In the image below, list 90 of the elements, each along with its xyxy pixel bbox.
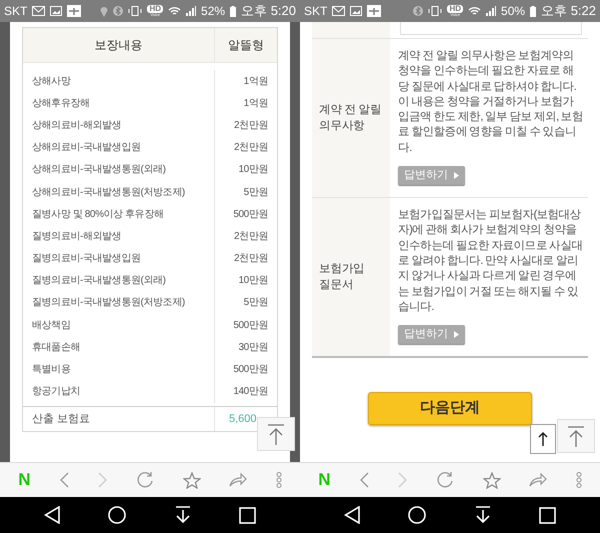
answer-button[interactable]: 답변하기 bbox=[398, 325, 465, 344]
carrier-name: SKT bbox=[4, 3, 28, 20]
triangle-right-icon bbox=[454, 331, 459, 338]
table-cell-text: 1억원 bbox=[242, 74, 269, 89]
scroll-to-top-button[interactable] bbox=[557, 419, 595, 453]
table-cell: 배상책임 bbox=[23, 314, 215, 336]
table-cell-text: 1억원 bbox=[242, 96, 269, 111]
wifi-icon bbox=[168, 6, 182, 16]
clock: 오후 5:22 bbox=[541, 2, 596, 20]
table-cell-text: 5만원 bbox=[242, 186, 269, 200]
table-cell-text: 2천만원 bbox=[233, 118, 269, 133]
column-header: 보장내용 bbox=[23, 28, 215, 62]
triangle-right-icon bbox=[454, 172, 459, 180]
section-description: 보험가입질문서는 피보험자(보험대상자)에 관해 회사가 보험계약의 청약을 인수하는데 필요한 자료이므로 사실대로 알려야 합니다. 만약 사실대로 알리지 않거나 사실과 다르게 알린 경우에는 보험가입이 거절 또는 해지될 수 있습니다. bbox=[398, 208, 584, 315]
table-cell: 질병사망 및 80%이상 후유장해 bbox=[23, 203, 215, 226]
section-description: 계약 전 알릴 의무사항은 보험계약의 청약을 인수하는데 필요한 자료로 해당 질문에 사실대로 답하셔야 합니다. 이 내용은 청약을 거절하거나 보험가입금액 한도 제한, 일부 담보 제외, 보험료 할인할증에 영향을 미칠 수 있습니다. bbox=[398, 49, 584, 156]
back-nav-icon[interactable] bbox=[344, 506, 360, 524]
bluetooth-icon bbox=[413, 6, 424, 16]
more-icon[interactable] bbox=[276, 472, 282, 488]
more-icon[interactable] bbox=[576, 472, 582, 488]
clock: 오후 5:20 bbox=[241, 2, 296, 20]
back-nav-icon[interactable] bbox=[44, 506, 60, 524]
vibrate-icon bbox=[128, 6, 142, 16]
next-step-button[interactable]: 다음단계 bbox=[368, 392, 532, 426]
battery-percent: 50% bbox=[501, 3, 526, 20]
bluetooth-icon bbox=[113, 6, 124, 16]
recents-nav-icon[interactable] bbox=[538, 506, 556, 524]
image-icon bbox=[350, 6, 362, 16]
notification-icon bbox=[67, 5, 82, 17]
share-icon[interactable] bbox=[529, 473, 548, 487]
home-nav-icon[interactable] bbox=[108, 506, 126, 524]
table-cell: 휴대품손해 bbox=[23, 336, 215, 358]
download-nav-icon[interactable] bbox=[474, 506, 491, 524]
recents-nav-icon[interactable] bbox=[238, 506, 256, 524]
column-header: 알뜰형 bbox=[227, 37, 265, 54]
scroll-to-top-button[interactable] bbox=[257, 417, 295, 451]
back-icon[interactable] bbox=[359, 472, 370, 488]
table-cell-text: 140만원 bbox=[232, 385, 269, 400]
table-cell: 상해의료비-해외발생 bbox=[23, 114, 215, 137]
table-cell-text: 500만원 bbox=[232, 318, 269, 333]
table-cell-text: 10만원 bbox=[237, 163, 269, 178]
section-title: 보험가입 질문서 bbox=[319, 262, 366, 294]
star-icon[interactable] bbox=[182, 472, 201, 488]
table-cell-text: 2천만원 bbox=[233, 230, 269, 244]
signal-icon bbox=[186, 6, 196, 16]
hd-badge: HD bbox=[447, 5, 464, 13]
table-cell-text: 2천만원 bbox=[233, 252, 269, 266]
battery-icon bbox=[530, 6, 536, 16]
answer-button[interactable]: 답변하기 bbox=[398, 166, 465, 186]
table-cell-text: 500만원 bbox=[232, 363, 269, 378]
notification-icon bbox=[367, 5, 382, 17]
browser-logo[interactable]: N bbox=[18, 467, 31, 493]
section-title: 계약 전 알릴 의무사항 bbox=[319, 103, 382, 134]
table-cell-text: 2천만원 bbox=[233, 141, 269, 156]
mail-icon bbox=[32, 6, 46, 16]
carrier-name: SKT bbox=[304, 3, 328, 20]
image-icon bbox=[50, 6, 62, 16]
table-cell: 상해의료비-국내발생통원(처방조제) bbox=[23, 180, 215, 204]
table-cell-text: 5만원 bbox=[242, 296, 269, 310]
back-icon[interactable] bbox=[59, 472, 70, 488]
table-cell: 질병의료비-국내발생통원(외래) bbox=[23, 270, 215, 292]
scroll-up-button[interactable] bbox=[530, 424, 556, 454]
table-cell: 질병의료비-국내발생통원(처방조제) bbox=[23, 292, 215, 314]
star-icon[interactable] bbox=[482, 472, 501, 488]
refresh-icon[interactable] bbox=[436, 471, 454, 489]
table-cell-text: 30만원 bbox=[237, 340, 269, 355]
download-nav-icon[interactable] bbox=[174, 506, 191, 524]
table-cell: 질병의료비-해외발생 bbox=[23, 225, 215, 248]
table-cell: 상해의료비-국내발생통원(외래) bbox=[23, 158, 215, 181]
table-cell-text: 10만원 bbox=[237, 274, 269, 288]
battery-icon bbox=[230, 6, 236, 16]
wifi-icon bbox=[468, 6, 482, 16]
signal-icon bbox=[486, 6, 496, 16]
table-cell: 특별비용 bbox=[23, 358, 215, 381]
table-cell: 상해사망 bbox=[23, 70, 215, 92]
vibrate-icon bbox=[428, 6, 442, 16]
hd-badge: HD bbox=[147, 5, 164, 13]
table-cell-text: 500만원 bbox=[232, 208, 269, 222]
table-cell: 질병의료비-국내발생입원 bbox=[23, 248, 215, 270]
table-cell: 상해후유장해 bbox=[23, 92, 215, 114]
battery-percent: 52% bbox=[201, 3, 226, 20]
share-icon[interactable] bbox=[229, 473, 248, 487]
total-amount: 5,600 bbox=[228, 412, 258, 427]
total-label: 산출 보험료 bbox=[23, 406, 215, 431]
mail-icon bbox=[332, 6, 346, 16]
home-nav-icon[interactable] bbox=[408, 506, 426, 524]
browser-logo[interactable]: N bbox=[318, 467, 331, 493]
refresh-icon[interactable] bbox=[136, 471, 154, 489]
table-cell: 상해의료비-국내발생입원 bbox=[23, 136, 215, 159]
table-cell: 항공기납치 bbox=[23, 380, 215, 403]
